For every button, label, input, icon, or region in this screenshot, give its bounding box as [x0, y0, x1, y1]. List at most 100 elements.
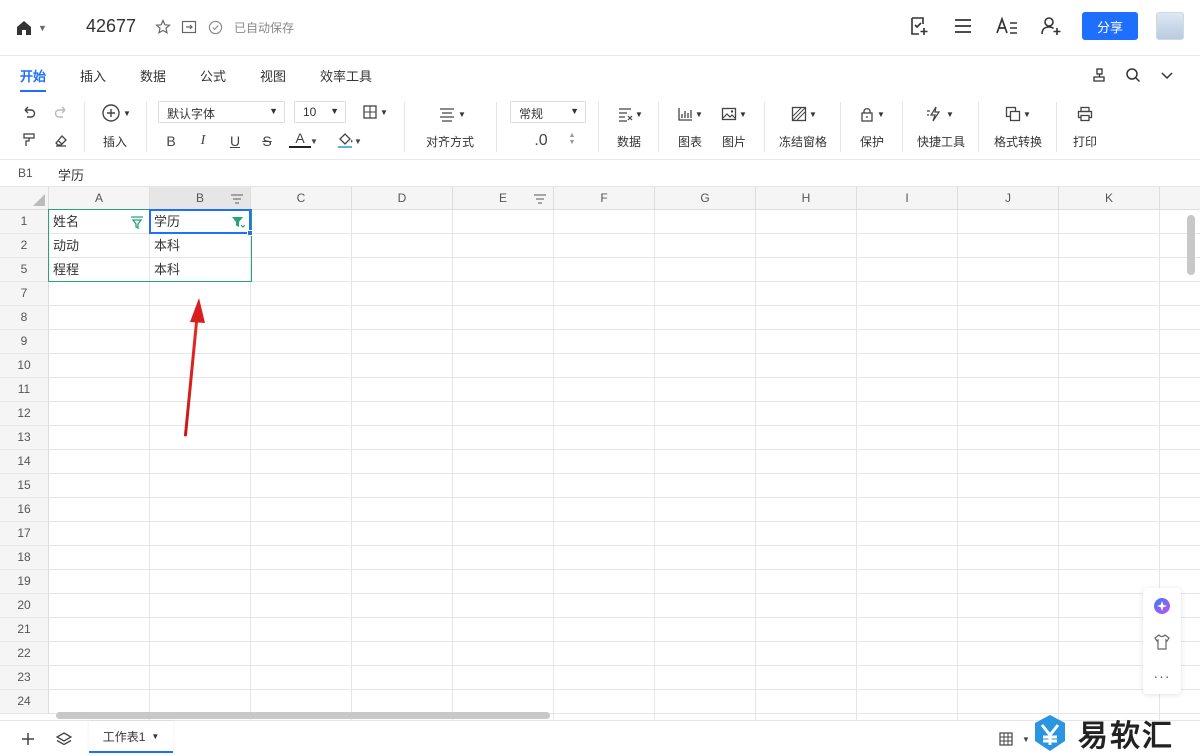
format-convert-label[interactable]: 格式转换 — [994, 133, 1042, 150]
add-collaborator-icon[interactable] — [1038, 13, 1064, 39]
row-header-1[interactable]: 1 — [0, 210, 49, 234]
row-header-18[interactable]: 18 — [0, 546, 49, 570]
decimal-button[interactable]: .0 — [530, 130, 552, 152]
formula-input[interactable]: 学历 — [58, 165, 84, 184]
vertical-scrollbar[interactable] — [1187, 215, 1195, 275]
protect-label[interactable]: 保护 — [860, 133, 884, 150]
filter-icon[interactable] — [130, 215, 144, 229]
row-header-15[interactable]: 15 — [0, 474, 49, 498]
row-header-17[interactable]: 17 — [0, 522, 49, 546]
freeze-panes-icon[interactable]: ▼ — [788, 103, 820, 125]
row-header-20[interactable]: 20 — [0, 594, 49, 618]
row-header-5[interactable]: 5 — [0, 258, 49, 282]
data-tools-icon[interactable]: ▼ — [614, 103, 646, 125]
menu-icon[interactable] — [950, 13, 976, 39]
row-header-7[interactable]: 7 — [0, 282, 49, 306]
decimal-stepper-icon[interactable]: ▲ ▼ — [566, 128, 578, 150]
column-header-j[interactable]: J — [958, 187, 1059, 210]
number-format-select[interactable]: 常规 ▼ — [510, 101, 586, 123]
spreadsheet-grid[interactable]: A B C D E F G H I J K 1 2 5 7 8 9 10 11 12 13 14 15 16 17 18 19 20 2… — [0, 187, 1200, 720]
tab-view[interactable]: 视图 — [260, 66, 286, 85]
row-header-2[interactable]: 2 — [0, 234, 49, 258]
lightning-icon[interactable]: ▼ — [924, 103, 956, 125]
print-icon[interactable] — [1074, 103, 1096, 125]
avatar[interactable] — [1156, 12, 1184, 40]
row-header-19[interactable]: 19 — [0, 570, 49, 594]
row-header-14[interactable]: 14 — [0, 450, 49, 474]
chevron-down-icon[interactable]: ▼ — [151, 732, 159, 741]
document-title[interactable]: 42677 — [86, 16, 136, 37]
row-header-22[interactable]: 22 — [0, 642, 49, 666]
star-icon[interactable] — [154, 18, 172, 36]
column-header-d[interactable]: D — [352, 187, 453, 210]
chevron-down-icon[interactable]: ▼ — [308, 130, 320, 152]
row-header-13[interactable]: 13 — [0, 426, 49, 450]
format-convert-icon[interactable]: ▼ — [1002, 103, 1034, 125]
grid-view-icon[interactable] — [998, 731, 1014, 747]
column-header-extra[interactable] — [1160, 187, 1200, 210]
strikethrough-button[interactable]: S — [256, 130, 278, 152]
align-icon[interactable]: ▼ — [434, 103, 470, 125]
format-painter-icon[interactable] — [1090, 66, 1108, 84]
tshirt-theme-icon[interactable] — [1152, 632, 1172, 652]
data-label[interactable]: 数据 — [617, 133, 641, 150]
italic-button[interactable]: I — [192, 130, 214, 152]
freeze-panes-label[interactable]: 冻结窗格 — [779, 133, 827, 150]
search-icon[interactable] — [1124, 66, 1142, 84]
undo-icon[interactable] — [18, 101, 40, 123]
move-to-folder-icon[interactable] — [180, 18, 198, 36]
column-header-f[interactable]: F — [554, 187, 655, 210]
home-menu[interactable]: ▼ — [14, 18, 47, 38]
format-brush-icon[interactable] — [18, 129, 40, 151]
font-family-select[interactable]: 默认字体 ▼ — [158, 101, 285, 123]
row-header-23[interactable]: 23 — [0, 666, 49, 690]
quick-tools-label[interactable]: 快捷工具 — [917, 133, 965, 150]
tab-insert[interactable]: 插入 — [80, 66, 106, 85]
row-header-24[interactable]: 24 — [0, 690, 49, 714]
fill-handle[interactable] — [247, 230, 253, 236]
row-header-8[interactable]: 8 — [0, 306, 49, 330]
chevron-down-icon[interactable] — [1158, 66, 1176, 84]
horizontal-scrollbar[interactable] — [56, 712, 550, 719]
filter-icon[interactable] — [231, 215, 245, 229]
row-header-10[interactable]: 10 — [0, 354, 49, 378]
share-button[interactable]: 分享 — [1082, 12, 1138, 40]
borders-icon[interactable]: ▼ — [360, 101, 390, 123]
row-header-12[interactable]: 12 — [0, 402, 49, 426]
sheet-list-icon[interactable] — [56, 731, 72, 747]
row-header-9[interactable]: 9 — [0, 330, 49, 354]
add-sheet-icon[interactable] — [20, 731, 36, 747]
tab-data[interactable]: 数据 — [140, 66, 166, 85]
tab-efficiency-tools[interactable]: 效率工具 — [320, 66, 372, 85]
column-filter-menu-icon[interactable] — [230, 193, 244, 205]
tab-formula[interactable]: 公式 — [200, 66, 226, 85]
image-label[interactable]: 图片 — [722, 133, 746, 150]
eraser-icon[interactable] — [50, 129, 72, 151]
row-header-11[interactable]: 11 — [0, 378, 49, 402]
print-label[interactable]: 打印 — [1073, 133, 1097, 150]
more-icon[interactable]: ··· — [1152, 666, 1172, 686]
column-header-k[interactable]: K — [1059, 187, 1160, 210]
column-filter-menu-icon[interactable] — [533, 193, 547, 205]
lock-icon[interactable]: ▼ — [856, 103, 888, 125]
ai-assistant-icon[interactable] — [1152, 596, 1172, 616]
cell-reference[interactable]: B1 — [18, 166, 33, 180]
column-header-g[interactable]: G — [655, 187, 756, 210]
bold-button[interactable]: B — [160, 130, 182, 152]
column-header-c[interactable]: C — [251, 187, 352, 210]
cell-a2[interactable]: 动动 — [49, 234, 150, 257]
underline-button[interactable]: U — [224, 130, 246, 152]
chart-icon[interactable]: ▼ — [674, 103, 706, 125]
font-size-select[interactable]: 10 ▼ — [294, 101, 346, 123]
insert-label[interactable]: 插入 — [103, 133, 127, 150]
chart-label[interactable]: 图表 — [678, 133, 702, 150]
tab-start[interactable]: 开始 — [20, 66, 47, 92]
column-header-i[interactable]: I — [857, 187, 958, 210]
column-header-a[interactable]: A — [49, 187, 150, 210]
align-label[interactable]: 对齐方式 — [426, 133, 474, 150]
cell-b5[interactable]: 本科 — [150, 258, 251, 281]
chevron-down-icon[interactable]: ▼ — [352, 130, 364, 152]
review-add-icon[interactable] — [906, 13, 932, 39]
text-style-icon[interactable] — [994, 13, 1020, 39]
row-header-16[interactable]: 16 — [0, 498, 49, 522]
